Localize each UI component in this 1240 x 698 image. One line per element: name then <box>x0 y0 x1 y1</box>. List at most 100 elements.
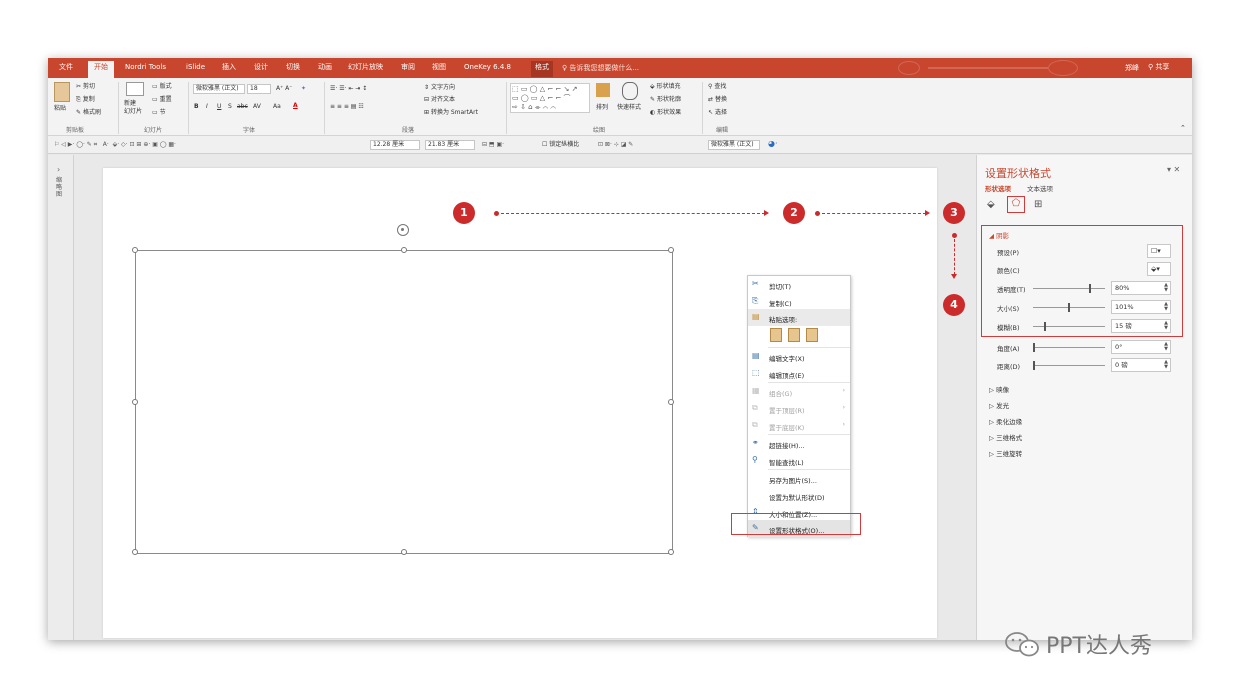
find-button[interactable]: ⚲ 查找 <box>708 83 726 91</box>
spinner-icon[interactable]: ▲ ▼ <box>1164 360 1168 370</box>
collapse-ribbon-icon[interactable]: ⌃ <box>1180 124 1186 132</box>
tab-design[interactable]: 设计 <box>254 62 268 72</box>
resize-handle[interactable] <box>668 399 674 405</box>
clear-format-icon[interactable]: ✦ <box>301 85 306 93</box>
section-shadow[interactable]: ◢ 阴影 <box>989 230 1009 240</box>
spinner-icon[interactable]: ▲ ▼ <box>1164 302 1168 312</box>
tab-transitions[interactable]: 切换 <box>286 62 300 72</box>
bold-button[interactable]: B <box>194 103 199 111</box>
share-button[interactable]: ⚲ 共享 <box>1148 62 1169 72</box>
shape-fill-button[interactable]: ⬙ 形状填充 <box>650 83 681 91</box>
underline-button[interactable]: U <box>217 103 221 111</box>
fill-line-icon[interactable]: ⬙ <box>987 199 995 210</box>
close-icon[interactable]: ▾ ✕ <box>1167 165 1180 174</box>
grow-font-icon[interactable]: A⁺ A⁻ <box>276 85 292 93</box>
tab-view[interactable]: 视图 <box>432 62 446 72</box>
tab-file[interactable]: 文件 <box>59 62 73 72</box>
arrange-icon[interactable] <box>596 83 610 97</box>
shape-width-field[interactable]: 21.83 厘米 <box>425 140 475 150</box>
menu-item-smart-lookup[interactable]: ⚲ 智能查找(L) <box>748 452 850 469</box>
slider-thumb[interactable] <box>1043 322 1046 331</box>
section-glow[interactable]: ▷ 发光 <box>989 400 1009 410</box>
text-direction-button[interactable]: ⇕ 文字方向 <box>424 84 455 92</box>
user-name[interactable]: 郑峰 <box>1125 63 1139 73</box>
size-properties-icon[interactable]: ⊞ <box>1034 199 1042 210</box>
spinner-icon[interactable]: ▲ ▼ <box>1164 321 1168 331</box>
change-case-button[interactable]: Aa <box>273 103 281 111</box>
resize-handle[interactable] <box>401 247 407 253</box>
qbar-tools-icons[interactable]: ⚐ ◁ ▶· ◯· ✎ ⌗ A· ⬙· ◇· ⊡ ⊞ ⊕· ▣ ◯ ▦· <box>54 141 176 149</box>
section-3d-rotation[interactable]: ▷ 三维旋转 <box>989 448 1022 458</box>
tab-slideshow[interactable]: 幻灯片放映 <box>348 62 383 72</box>
distance-slider[interactable] <box>1033 361 1105 370</box>
copy-button[interactable]: ⎘ 复制 <box>76 96 95 104</box>
qbar-font-combo[interactable]: 微软雅黑 (正文) <box>708 140 760 150</box>
smartart-button[interactable]: ⊞ 转换为 SmartArt <box>424 109 478 117</box>
resize-handle[interactable] <box>132 247 138 253</box>
size-field[interactable]: 101% ▲ ▼ <box>1111 300 1171 314</box>
layout-button[interactable]: ▭ 版式 <box>152 83 172 91</box>
resize-handle[interactable] <box>132 549 138 555</box>
transparency-slider[interactable] <box>1033 284 1105 293</box>
slider-thumb[interactable] <box>1089 284 1091 293</box>
spinner-icon[interactable]: ▲ ▼ <box>1164 342 1168 352</box>
tab-review[interactable]: 审阅 <box>401 62 415 72</box>
angle-field[interactable]: 0° ▲ ▼ <box>1111 340 1171 354</box>
tab-animations[interactable]: 动画 <box>318 62 332 72</box>
tab-text-options[interactable]: 文本选项 <box>1027 183 1053 193</box>
menu-item-cut[interactable]: ✂ 剪切(T) <box>748 276 850 293</box>
expand-chevron-icon[interactable]: › <box>57 165 60 174</box>
align-icons[interactable]: ≡ ≡ ≡ ▤ ☷ <box>330 103 364 111</box>
cut-button[interactable]: ✂ 剪切 <box>76 83 95 91</box>
menu-item-save-as-picture[interactable]: 另存为图片(S)... <box>748 470 850 487</box>
qbar-icons-2[interactable]: ⊟ ⬒ ▣· <box>482 141 504 149</box>
size-slider[interactable] <box>1033 303 1105 312</box>
paste-picture-icon[interactable] <box>788 328 800 342</box>
menu-item-set-default-shape[interactable]: 设置为默认形状(D) <box>748 487 850 504</box>
select-button[interactable]: ↖ 选择 <box>708 109 727 117</box>
effects-pentagon-icon[interactable]: ⬠ <box>1007 196 1025 213</box>
resize-handle[interactable] <box>401 549 407 555</box>
resize-handle[interactable] <box>132 399 138 405</box>
tab-shape-options[interactable]: 形状选项 <box>985 183 1011 193</box>
preset-dropdown[interactable]: ☐▾ <box>1147 244 1171 258</box>
replace-button[interactable]: ⇄ 替换 <box>708 96 727 104</box>
blur-slider[interactable] <box>1033 322 1105 331</box>
section-soft-edges[interactable]: ▷ 柔化边缘 <box>989 416 1022 426</box>
shape-height-field[interactable]: 12.28 厘米 <box>370 140 420 150</box>
quick-styles-button[interactable]: 快速样式 <box>617 104 641 112</box>
slider-thumb[interactable] <box>1068 303 1070 312</box>
shadow-button[interactable]: S <box>228 103 232 111</box>
strike-button[interactable]: abc <box>237 103 248 111</box>
section-button[interactable]: ▭ 节 <box>152 109 166 117</box>
blur-field[interactable]: 15 磅 ▲ ▼ <box>1111 319 1171 333</box>
font-name-combo[interactable]: 微软雅黑 (正文) <box>193 84 245 94</box>
paste-button[interactable]: 粘贴 <box>54 105 66 113</box>
shape-effects-button[interactable]: ◐ 形状效果 <box>650 109 681 117</box>
tab-insert[interactable]: 插入 <box>222 62 236 72</box>
new-slide-button[interactable]: 新建 幻灯片 <box>124 100 146 116</box>
resize-handle[interactable] <box>668 549 674 555</box>
shape-outline-button[interactable]: ✎ 形状轮廓 <box>650 96 681 104</box>
format-painter-button[interactable]: ✎ 格式刷 <box>76 109 101 117</box>
spinner-icon[interactable]: ▲ ▼ <box>1164 283 1168 293</box>
italic-button[interactable]: I <box>206 103 208 111</box>
char-spacing-button[interactable]: AV <box>253 103 261 111</box>
tab-onekey[interactable]: OneKey 6.4.8 <box>464 62 511 72</box>
font-color-icon[interactable]: A <box>293 102 298 110</box>
quick-styles-icon[interactable] <box>622 82 638 100</box>
menu-item-hyperlink[interactable]: ⚭ 超链接(H)... <box>748 435 850 452</box>
section-reflection[interactable]: ▷ 映像 <box>989 384 1009 394</box>
paste-keep-source-icon[interactable] <box>770 328 782 342</box>
qbar-icons-3[interactable]: ⊡ ⊠· ⊹ ◪ ✎ <box>598 141 633 149</box>
menu-item-copy[interactable]: ⎘ 复制(C) <box>748 293 850 310</box>
new-slide-icon[interactable] <box>126 82 144 96</box>
tab-home[interactable]: 开始 <box>88 61 114 78</box>
lock-ratio-checkbox[interactable]: ☐ 锁定纵横比 <box>542 141 579 149</box>
tell-me-search[interactable]: ♀ 告诉我您想要做什么... <box>562 63 639 73</box>
distance-field[interactable]: 0 磅 ▲ ▼ <box>1111 358 1171 372</box>
thumbnail-pane[interactable]: › 缩略图 <box>48 155 74 640</box>
reset-button[interactable]: ▭ 重置 <box>152 96 172 104</box>
align-text-button[interactable]: ⊟ 对齐文本 <box>424 96 455 104</box>
section-3d-format[interactable]: ▷ 三维格式 <box>989 432 1022 442</box>
